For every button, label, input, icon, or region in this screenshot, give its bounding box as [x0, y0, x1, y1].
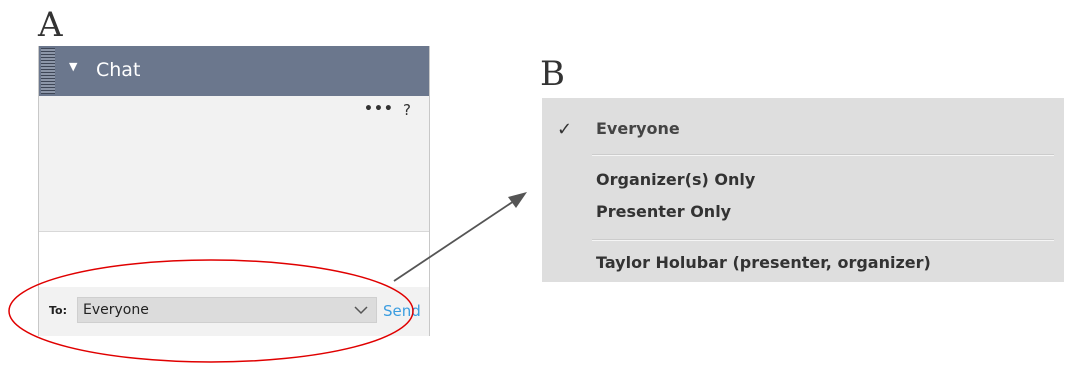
menu-item-presenter-only[interactable]: Presenter Only — [596, 202, 731, 221]
menu-divider — [592, 154, 1054, 156]
callout-arrow-line — [393, 198, 518, 282]
menu-divider — [592, 239, 1054, 241]
menu-item-taylor-holubar[interactable]: Taylor Holubar (presenter, organizer) — [596, 253, 931, 272]
highlight-ellipse — [8, 259, 414, 363]
menu-item-organizers-only[interactable]: Organizer(s) Only — [596, 170, 755, 189]
callout-arrow-head — [508, 192, 527, 208]
recipient-menu: ✓ Everyone Organizer(s) Only Presenter O… — [542, 98, 1064, 282]
checkmark-icon: ✓ — [557, 119, 573, 140]
menu-item-everyone[interactable]: Everyone — [596, 119, 680, 138]
